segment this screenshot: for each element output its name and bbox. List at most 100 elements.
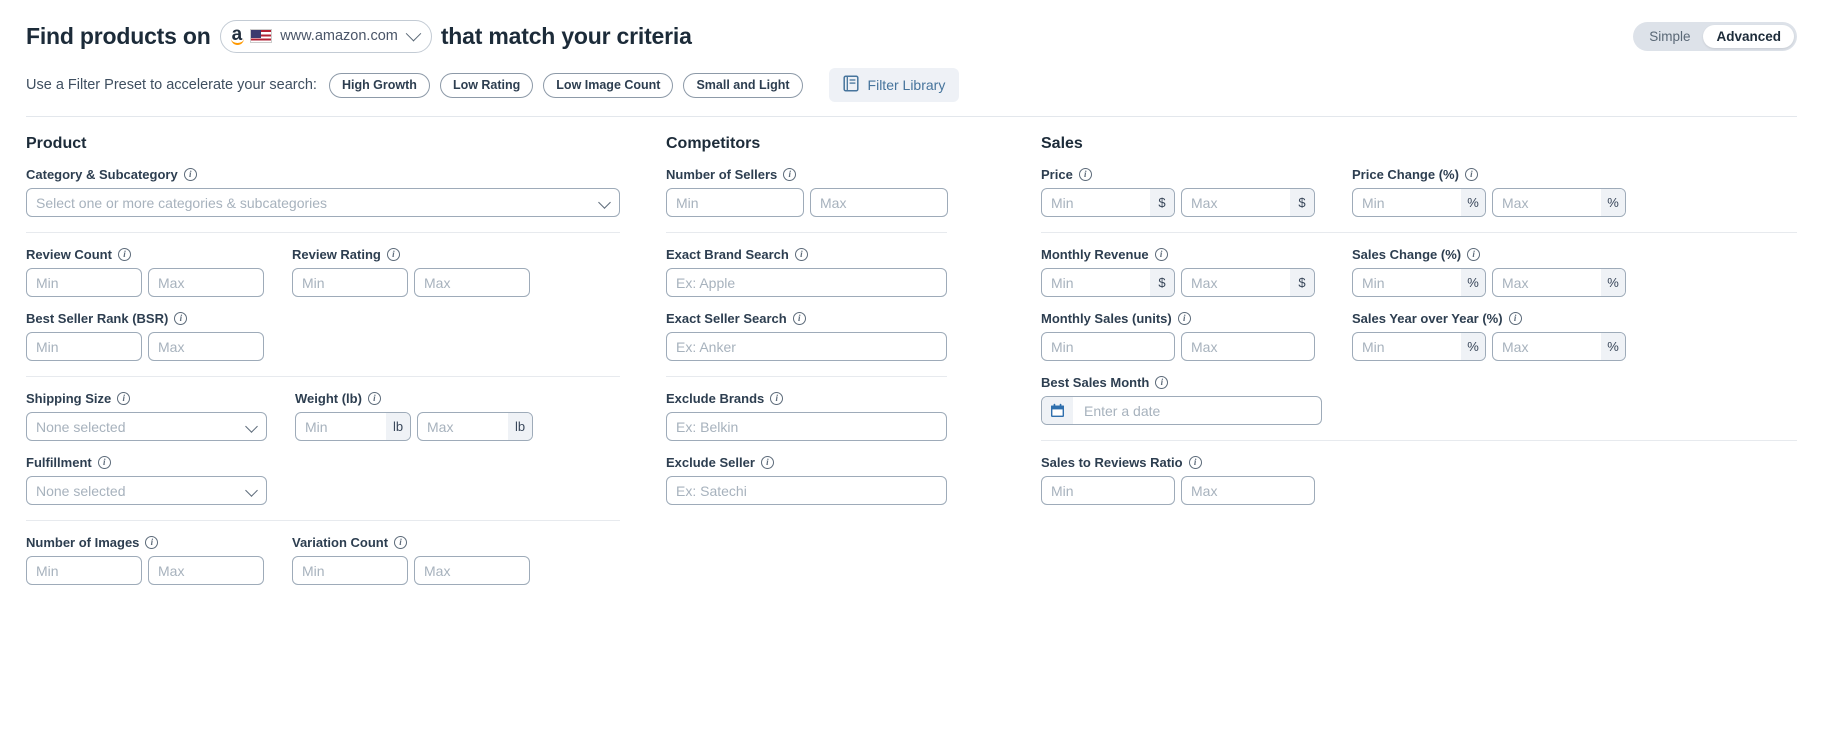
sales-change-min-input[interactable]	[1352, 268, 1486, 297]
page-title-suffix: that match your criteria	[441, 23, 692, 50]
review-rating-max-input[interactable]	[414, 268, 530, 297]
info-icon[interactable]: i	[761, 456, 774, 469]
label-text: Review Count	[26, 247, 112, 262]
label-category-subcategory: Category & Subcategory i	[26, 167, 666, 182]
info-icon[interactable]: i	[1189, 456, 1202, 469]
info-icon[interactable]: i	[1509, 312, 1522, 325]
monthly-sales-units-range	[1041, 332, 1315, 361]
info-icon[interactable]: i	[174, 312, 187, 325]
info-icon[interactable]: i	[793, 312, 806, 325]
field-price-change: Price Change (%) i % %	[1352, 167, 1626, 217]
info-icon[interactable]: i	[368, 392, 381, 405]
label-best-sales-month: Best Sales Month i	[1041, 375, 1797, 390]
price-min-input[interactable]	[1041, 188, 1175, 217]
preset-chip-high-growth[interactable]: High Growth	[329, 73, 430, 98]
info-icon[interactable]: i	[1467, 248, 1480, 261]
info-icon[interactable]: i	[783, 168, 796, 181]
product-column-title: Product	[26, 135, 666, 153]
field-exact-seller-search: Exact Seller Search i	[666, 311, 1041, 361]
field-fulfillment: Fulfillment i None selected	[26, 455, 666, 505]
info-icon[interactable]: i	[1155, 376, 1168, 389]
info-icon[interactable]: i	[1155, 248, 1168, 261]
monthly-revenue-max-wrapper: $	[1181, 268, 1315, 297]
info-icon[interactable]: i	[98, 456, 111, 469]
review-rating-min-input[interactable]	[292, 268, 408, 297]
view-mode-toggle[interactable]: Simple Advanced	[1633, 22, 1797, 51]
sales-to-reviews-ratio-max-input[interactable]	[1181, 476, 1315, 505]
review-count-min-input[interactable]	[26, 268, 142, 297]
label-monthly-revenue: Monthly Revenue i	[1041, 247, 1315, 262]
label-shipping-size: Shipping Size i	[26, 391, 267, 406]
info-icon[interactable]: i	[184, 168, 197, 181]
exact-brand-search-input[interactable]	[666, 268, 947, 297]
preset-chip-low-rating[interactable]: Low Rating	[440, 73, 533, 98]
best-sales-month-value[interactable]: Enter a date	[1041, 396, 1322, 425]
number-of-sellers-max-input[interactable]	[810, 188, 948, 217]
variation-count-min-input[interactable]	[292, 556, 408, 585]
price-change-max-input[interactable]	[1492, 188, 1626, 217]
fulfillment-select[interactable]: None selected	[26, 476, 267, 505]
exact-seller-search-input[interactable]	[666, 332, 947, 361]
best-sales-month-datepicker[interactable]: Enter a date	[1041, 396, 1322, 425]
label-text: Best Sales Month	[1041, 375, 1149, 390]
weight-max-input[interactable]	[417, 412, 533, 441]
price-change-min-input[interactable]	[1352, 188, 1486, 217]
category-subcategory-value[interactable]: Select one or more categories & subcateg…	[26, 188, 620, 217]
monthly-revenue-min-input[interactable]	[1041, 268, 1175, 297]
exclude-seller-input[interactable]	[666, 476, 947, 505]
info-icon[interactable]: i	[1178, 312, 1191, 325]
sales-change-max-input[interactable]	[1492, 268, 1626, 297]
fulfillment-value[interactable]: None selected	[26, 476, 267, 505]
info-icon[interactable]: i	[770, 392, 783, 405]
chevron-down-icon	[406, 25, 422, 41]
label-text: Shipping Size	[26, 391, 111, 406]
weight-min-input[interactable]	[295, 412, 411, 441]
shipping-size-value[interactable]: None selected	[26, 412, 267, 441]
info-icon[interactable]: i	[795, 248, 808, 261]
bsr-min-input[interactable]	[26, 332, 142, 361]
label-sales-to-reviews-ratio: Sales to Reviews Ratio i	[1041, 455, 1797, 470]
review-count-max-input[interactable]	[148, 268, 264, 297]
sales-yoy-min-input[interactable]	[1352, 332, 1486, 361]
divider	[26, 520, 620, 521]
preset-chip-small-and-light[interactable]: Small and Light	[683, 73, 802, 98]
field-sales-change: Sales Change (%) i % %	[1352, 247, 1626, 297]
field-exclude-brands: Exclude Brands i	[666, 391, 1041, 441]
shipping-size-select[interactable]: None selected	[26, 412, 267, 441]
number-of-images-min-input[interactable]	[26, 556, 142, 585]
variation-count-max-input[interactable]	[414, 556, 530, 585]
monthly-sales-units-max-input[interactable]	[1181, 332, 1315, 361]
bsr-max-input[interactable]	[148, 332, 264, 361]
sales-yoy-max-input[interactable]	[1492, 332, 1626, 361]
category-subcategory-select[interactable]: Select one or more categories & subcateg…	[26, 188, 620, 217]
marketplace-domain-selector[interactable]: a www.amazon.com	[220, 20, 432, 53]
weight-max-wrapper: lb	[417, 412, 533, 441]
info-icon[interactable]: i	[387, 248, 400, 261]
monthly-sales-units-min-input[interactable]	[1041, 332, 1175, 361]
mode-simple-option[interactable]: Simple	[1636, 25, 1703, 48]
label-text: Fulfillment	[26, 455, 92, 470]
info-icon[interactable]: i	[1079, 168, 1092, 181]
number-of-images-max-input[interactable]	[148, 556, 264, 585]
info-icon[interactable]: i	[394, 536, 407, 549]
label-bsr: Best Seller Rank (BSR) i	[26, 311, 666, 326]
filter-preset-row: Use a Filter Preset to accelerate your s…	[26, 68, 1797, 117]
price-max-input[interactable]	[1181, 188, 1315, 217]
label-text: Number of Images	[26, 535, 139, 550]
info-icon[interactable]: i	[1465, 168, 1478, 181]
number-of-sellers-min-input[interactable]	[666, 188, 804, 217]
title-row: Find products on a www.amazon.com that m…	[26, 14, 1797, 58]
info-icon[interactable]: i	[145, 536, 158, 549]
sales-to-reviews-ratio-min-input[interactable]	[1041, 476, 1175, 505]
row-revenue: Monthly Revenue i $ $	[1041, 247, 1797, 297]
row-price: Price i $ $	[1041, 167, 1797, 217]
number-of-sellers-range	[666, 188, 1041, 217]
filter-library-button[interactable]: Filter Library	[829, 68, 960, 102]
preset-chip-low-image-count[interactable]: Low Image Count	[543, 73, 673, 98]
info-icon[interactable]: i	[117, 392, 130, 405]
info-icon[interactable]: i	[118, 248, 131, 261]
monthly-revenue-max-input[interactable]	[1181, 268, 1315, 297]
label-variation-count: Variation Count i	[292, 535, 530, 550]
exclude-brands-input[interactable]	[666, 412, 947, 441]
mode-advanced-option[interactable]: Advanced	[1703, 25, 1794, 48]
